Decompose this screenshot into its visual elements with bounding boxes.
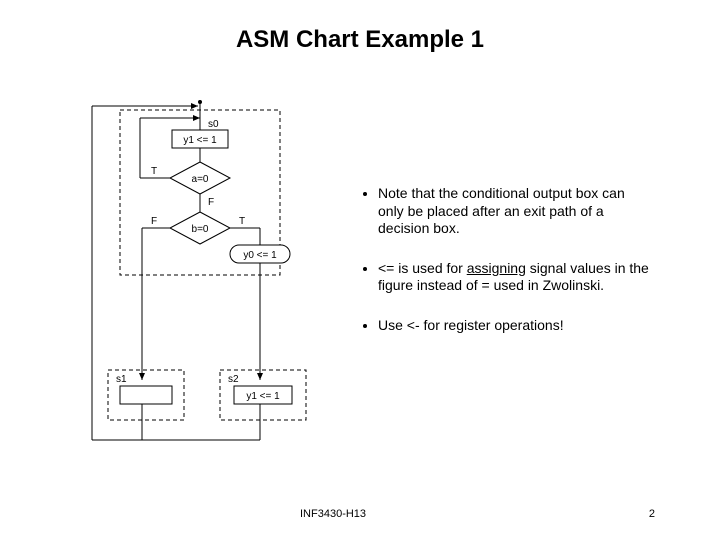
footer-page: 2 xyxy=(649,508,655,520)
asm-diagram: s0 y1 <= 1 a=0 T F b=0 F T y0 <= 1 s1 s2… xyxy=(80,100,320,470)
footer-code: INF3430-H13 xyxy=(300,508,366,520)
decision-b-text: b=0 xyxy=(192,224,209,235)
state-s0-text: y1 <= 1 xyxy=(183,135,217,146)
label-s1: s1 xyxy=(116,374,127,385)
notes-bullets: Note that the conditional output box can… xyxy=(360,185,650,356)
cond-output-text: y0 <= 1 xyxy=(243,250,277,261)
edge-a-T: T xyxy=(151,166,157,177)
label-s2: s2 xyxy=(228,374,239,385)
edge-b-F: F xyxy=(151,216,157,227)
bullet-1: Note that the conditional output box can… xyxy=(378,185,650,238)
label-s0: s0 xyxy=(208,119,219,130)
state-s2-text: y1 <= 1 xyxy=(246,391,280,402)
edge-b-T: T xyxy=(239,216,245,227)
edge-a-F: F xyxy=(208,197,214,208)
bullet-2: <= is used for assigning signal values i… xyxy=(378,260,650,295)
bullet-3: Use <- for register operations! xyxy=(378,317,650,335)
decision-a-text: a=0 xyxy=(192,174,209,185)
slide-title: ASM Chart Example 1 xyxy=(0,26,720,54)
